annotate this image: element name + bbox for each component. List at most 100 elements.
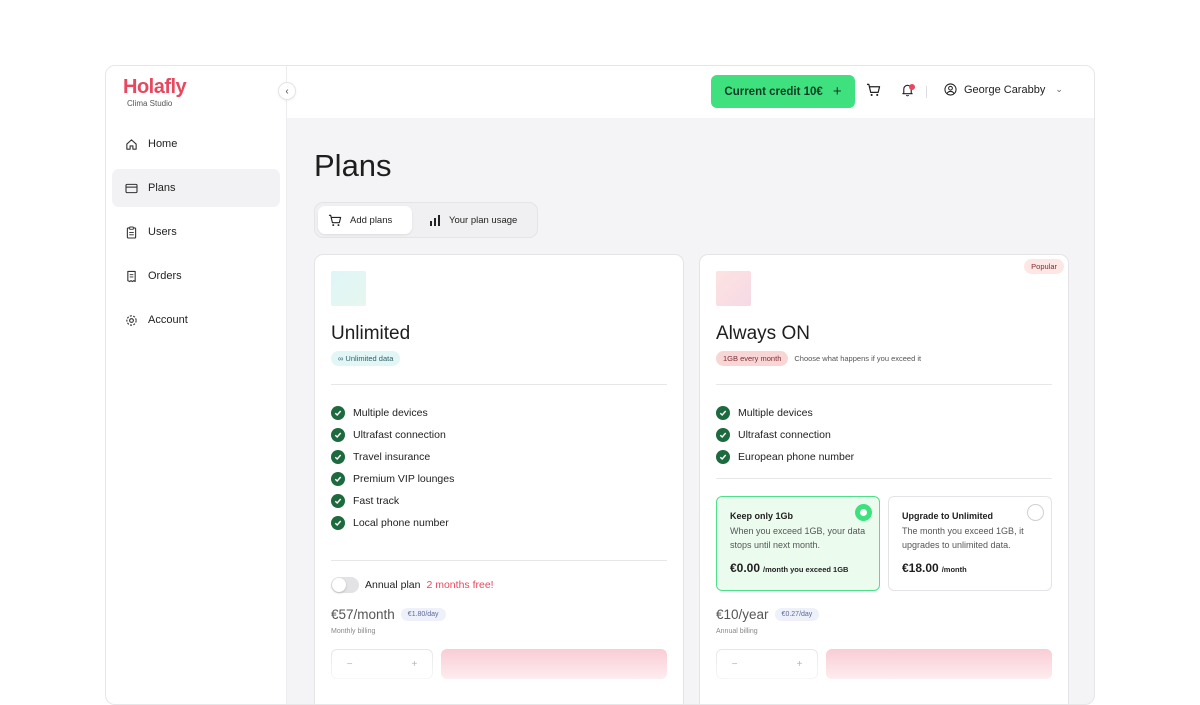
option-price-value: €18.00 bbox=[902, 561, 939, 575]
billing-note: Monthly billing bbox=[331, 628, 376, 635]
plan-card-always-on: Popular Always ON 1GB every month Choose… bbox=[699, 254, 1069, 704]
tab-label: Add plans bbox=[350, 214, 393, 226]
cart-icon bbox=[866, 83, 881, 102]
billing-note: Annual billing bbox=[716, 628, 758, 635]
feature-label: Travel insurance bbox=[353, 451, 431, 463]
check-icon bbox=[716, 406, 730, 420]
plus-icon: + bbox=[832, 83, 842, 100]
user-name: George Carabby bbox=[964, 83, 1046, 96]
option-radio[interactable] bbox=[1027, 504, 1044, 521]
price-row: €57/month €1.80/day bbox=[331, 607, 446, 622]
plan-thumbnail bbox=[716, 271, 751, 306]
feature-label: Premium VIP lounges bbox=[353, 473, 455, 485]
plans-tabs: Add plans Your plan usage bbox=[314, 202, 538, 238]
option-price-suffix: /month bbox=[941, 565, 967, 574]
feature-list: Multiple devices Ultrafast connection Eu… bbox=[716, 402, 854, 468]
option-price-suffix: /month you exceed 1GB bbox=[763, 565, 849, 574]
tab-label: Your plan usage bbox=[449, 214, 518, 226]
check-icon bbox=[331, 428, 345, 442]
sidebar-item-home[interactable]: Home bbox=[112, 125, 280, 163]
check-icon bbox=[331, 472, 345, 486]
sidebar-item-plans[interactable]: Plans bbox=[112, 169, 280, 207]
sidebar-item-orders[interactable]: Orders bbox=[112, 257, 280, 295]
app-window: Holafly Clima Studio Home Plans Users Or… bbox=[105, 65, 1095, 705]
user-menu[interactable]: George Carabby ⌄ bbox=[944, 83, 1063, 96]
feature-label: Ultrafast connection bbox=[353, 429, 446, 441]
collapse-sidebar-button[interactable]: ‹ bbox=[278, 82, 296, 100]
option-title: Keep only 1Gb bbox=[730, 511, 794, 521]
cart-button[interactable] bbox=[864, 83, 882, 101]
feature-label: Local phone number bbox=[353, 517, 449, 529]
current-credit-button[interactable]: Current credit 10€ + bbox=[711, 75, 855, 108]
home-icon bbox=[124, 137, 138, 151]
check-icon bbox=[716, 428, 730, 442]
option-price: €18.00/month bbox=[902, 561, 967, 575]
option-description: When you exceed 1GB, your data stops unt… bbox=[730, 526, 866, 550]
feature-label: Ultrafast connection bbox=[738, 429, 831, 441]
chevron-left-icon: ‹ bbox=[285, 85, 289, 97]
clipboard-icon bbox=[124, 225, 138, 239]
sidebar-nav: Home Plans Users Orders Account bbox=[112, 125, 280, 345]
data-chip: ∞ Unlimited data bbox=[331, 351, 401, 366]
plan-title: Always ON bbox=[716, 323, 810, 344]
feature-label: Multiple devices bbox=[738, 407, 813, 419]
topbar: Current credit 10€ + George Carabby ⌄ bbox=[287, 66, 1094, 118]
check-icon bbox=[716, 450, 730, 464]
annual-plan-toggle[interactable] bbox=[331, 577, 359, 593]
page-title: Plans bbox=[314, 148, 392, 183]
plan-title: Unlimited bbox=[331, 323, 411, 344]
tab-plan-usage[interactable]: Your plan usage bbox=[419, 206, 527, 234]
option-title: Upgrade to Unlimited bbox=[902, 511, 994, 521]
option-keep-1gb[interactable]: Keep only 1Gb When you exceed 1GB, your … bbox=[716, 496, 880, 591]
plan-thumbnail bbox=[331, 271, 366, 306]
feature-label: Multiple devices bbox=[353, 407, 428, 419]
divider bbox=[331, 384, 667, 385]
per-day-badge: €0.27/day bbox=[774, 608, 820, 621]
divider bbox=[716, 384, 1052, 385]
notifications-button[interactable] bbox=[898, 83, 916, 101]
minus-icon[interactable]: − bbox=[347, 659, 353, 670]
annual-plan-promo: 2 months free! bbox=[426, 579, 494, 591]
cart-icon bbox=[328, 214, 342, 227]
credit-label: Current credit 10€ bbox=[724, 85, 823, 98]
feature-list: Multiple devices Ultrafast connection Tr… bbox=[331, 402, 454, 534]
popular-badge: Popular bbox=[1024, 259, 1064, 274]
divider bbox=[331, 560, 667, 561]
check-icon bbox=[331, 450, 345, 464]
per-day-badge: €1.80/day bbox=[400, 608, 446, 621]
plan-price: €10/year bbox=[716, 607, 769, 622]
feature-item: Local phone number bbox=[331, 512, 454, 534]
annual-plan-row: Annual plan 2 months free! bbox=[331, 577, 494, 593]
option-description: The month you exceed 1GB, it upgrades to… bbox=[902, 526, 1024, 550]
sidebar-item-label: Account bbox=[148, 314, 188, 326]
feature-item: Multiple devices bbox=[716, 402, 854, 424]
plan-price: €57/month bbox=[331, 607, 395, 622]
user-avatar-icon bbox=[944, 83, 957, 96]
chevron-down-icon: ⌄ bbox=[1055, 84, 1063, 94]
plus-icon[interactable]: + bbox=[796, 659, 802, 670]
sidebar-item-label: Orders bbox=[148, 270, 182, 282]
price-row: €10/year €0.27/day bbox=[716, 607, 820, 622]
sidebar-item-label: Plans bbox=[148, 182, 176, 194]
option-radio[interactable] bbox=[855, 504, 872, 521]
tab-add-plans[interactable]: Add plans bbox=[318, 206, 412, 234]
option-upgrade-unlimited[interactable]: Upgrade to Unlimited The month you excee… bbox=[888, 496, 1052, 591]
option-price: €0.00/month you exceed 1GB bbox=[730, 561, 848, 575]
bar-chart-icon bbox=[429, 214, 441, 226]
sidebar-item-account[interactable]: Account bbox=[112, 301, 280, 339]
brand-logo[interactable]: Holafly Clima Studio bbox=[123, 76, 187, 108]
option-price-value: €0.00 bbox=[730, 561, 761, 575]
gear-icon bbox=[124, 313, 138, 327]
plan-chip-row: ∞ Unlimited data bbox=[331, 351, 401, 366]
receipt-icon bbox=[124, 269, 138, 283]
sidebar-item-users[interactable]: Users bbox=[112, 213, 280, 251]
feature-label: Fast track bbox=[353, 495, 400, 507]
minus-icon[interactable]: − bbox=[732, 659, 738, 670]
sidebar-item-label: Users bbox=[148, 226, 177, 238]
check-icon bbox=[331, 406, 345, 420]
annual-plan-label: Annual plan bbox=[365, 579, 421, 591]
plus-icon[interactable]: + bbox=[411, 659, 417, 670]
plan-chip-row: 1GB every month Choose what happens if y… bbox=[716, 351, 921, 366]
topbar-divider bbox=[926, 86, 927, 98]
feature-item: Travel insurance bbox=[331, 446, 454, 468]
